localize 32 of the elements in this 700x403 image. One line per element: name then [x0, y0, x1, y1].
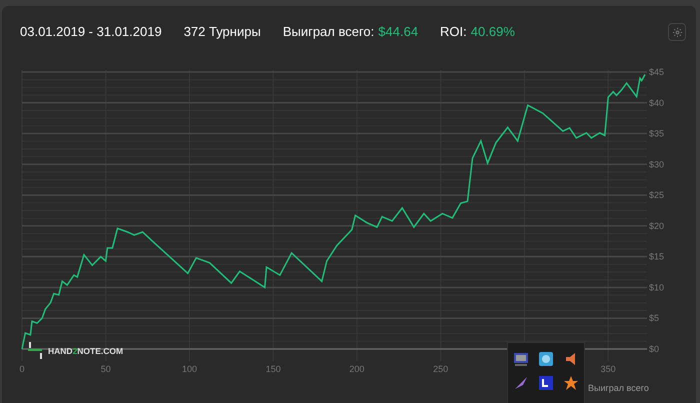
- x-axis-label: 150: [266, 364, 281, 374]
- roi-label: ROI:: [440, 23, 467, 42]
- x-axis-label: 100: [182, 364, 197, 374]
- total-won-value: $44.64: [378, 23, 418, 42]
- x-axis-label: 0: [20, 364, 24, 374]
- star-icon[interactable]: [563, 375, 580, 391]
- x-axis-label: 350: [600, 364, 616, 374]
- monitor-icon[interactable]: [512, 351, 529, 367]
- settings-button[interactable]: [668, 23, 686, 41]
- tournament-count: 372 Турниры: [184, 23, 261, 42]
- globe-icon[interactable]: [538, 351, 554, 367]
- y-axis-label: $30: [649, 159, 664, 170]
- settings-icon: [672, 26, 682, 38]
- x-axis-label: 200: [349, 364, 364, 374]
- y-axis-label: $45: [649, 67, 664, 77]
- y-axis-label: $15: [649, 252, 664, 262]
- y-axis-label: $25: [649, 190, 664, 200]
- date-range: 03.01.2019 - 31.01.2019: [20, 23, 162, 42]
- legend-label: Выиграл всего: [588, 383, 649, 393]
- y-axis-label: $0: [649, 344, 660, 354]
- y-axis-label: $20: [649, 220, 664, 231]
- letter-icon[interactable]: [538, 375, 554, 391]
- x-axis-label: 50: [100, 364, 111, 374]
- total-won-label: Выиграл всего:: [282, 23, 374, 42]
- y-axis-label: $10: [649, 282, 664, 292]
- y-axis-label: $5: [649, 313, 660, 324]
- logo-icon: [28, 342, 42, 359]
- roi-value: 40.69%: [470, 23, 515, 42]
- logo-text: HAND2NOTE.COM: [48, 346, 124, 356]
- x-axis-label: 250: [433, 364, 448, 374]
- y-axis-label: $35: [649, 128, 664, 139]
- y-axis-label: $40: [649, 98, 664, 108]
